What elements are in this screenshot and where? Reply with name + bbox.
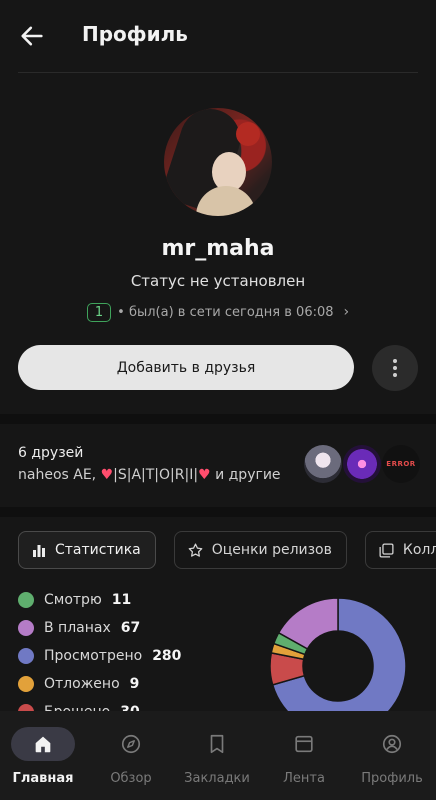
friend-avatar[interactable] [343, 445, 381, 483]
stat-completed: Просмотрено 280 [18, 642, 181, 670]
legend-dot [18, 620, 34, 636]
legend-dot [18, 648, 34, 664]
watch-stats-list: Смотрю 11 В планах 67 Просмотрено 280 От… [18, 586, 181, 726]
nav-bookmarks[interactable]: Закладки [184, 711, 250, 800]
nav-profile[interactable]: Профиль [360, 711, 424, 800]
friends-count: 6 друзей [18, 445, 84, 461]
friend-avatar[interactable]: ERROR [382, 445, 420, 483]
home-icon [35, 736, 51, 753]
bottom-navigation: Главная Обзор Закладки Лента Профиль [0, 711, 436, 800]
top-app-bar: Профиль [0, 0, 436, 72]
compass-icon [121, 734, 141, 754]
section-divider [0, 507, 436, 517]
stat-on-hold: Отложено 9 [18, 670, 181, 698]
bookmark-icon [210, 734, 224, 754]
star-icon [188, 542, 203, 557]
legend-dot [18, 676, 34, 692]
friend-avatar[interactable] [304, 445, 342, 483]
nav-feed[interactable]: Лента [272, 711, 336, 800]
last-seen-text: • был(а) в сети сегодня в 06:08 [117, 304, 334, 320]
bar-chart-icon [33, 545, 45, 557]
profile-tabs: Статистика Оценки релизов Колл [18, 531, 436, 569]
section-divider [0, 414, 436, 424]
nav-overview[interactable]: Обзор [99, 711, 163, 800]
friends-section[interactable]: 6 друзей naheos AE, ♥|S|A|T|O|R|I|♥ и др… [0, 425, 436, 505]
stat-watching: Смотрю 11 [18, 586, 181, 614]
collections-icon [379, 542, 394, 558]
chevron-right-icon: › [343, 304, 350, 320]
heart-icon: ♥ [100, 467, 114, 483]
username: mr_maha [161, 236, 275, 261]
tab-collections[interactable]: Колл [364, 531, 436, 569]
heart-icon: ♥ [198, 467, 211, 483]
stat-planned: В планах 67 [18, 614, 181, 642]
avatar[interactable] [164, 108, 272, 216]
friends-names: naheos AE, ♥|S|A|T|O|R|I|♥ и другие [18, 467, 281, 483]
level-badge: 1 [86, 302, 112, 322]
tab-statistics[interactable]: Статистика [18, 531, 156, 569]
back-arrow-icon[interactable] [18, 22, 46, 50]
profile-icon [382, 734, 402, 754]
legend-dot [18, 592, 34, 608]
page-title: Профиль [82, 22, 188, 46]
status-text: Статус не установлен [130, 272, 306, 290]
online-status-row[interactable]: 1 • был(а) в сети сегодня в 06:08 › [0, 300, 436, 324]
tab-release-ratings[interactable]: Оценки релизов [173, 531, 347, 569]
feed-icon [295, 735, 313, 753]
add-friend-button[interactable]: Добавить в друзья [18, 345, 354, 390]
nav-home[interactable]: Главная [11, 711, 75, 800]
header-divider [18, 72, 418, 73]
more-vertical-icon [393, 359, 397, 363]
more-options-button[interactable] [372, 345, 418, 391]
